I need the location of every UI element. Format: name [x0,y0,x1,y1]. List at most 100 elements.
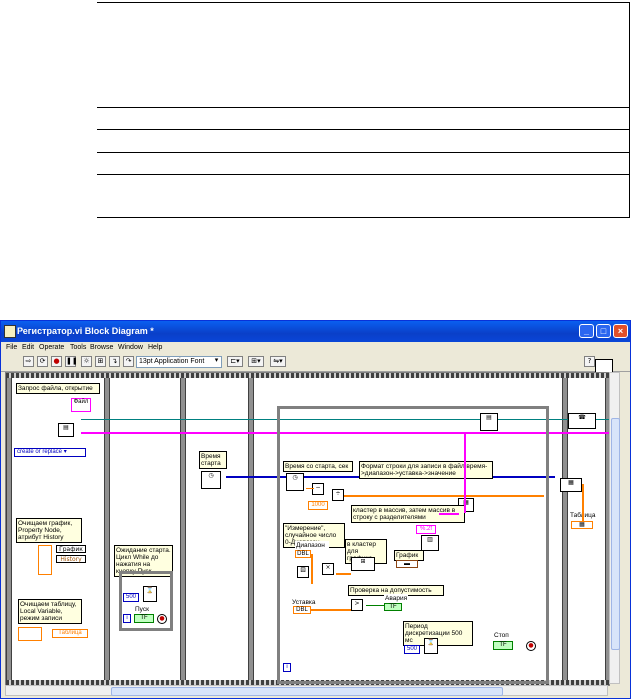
comment-sample-period: Период дискретизации 500 мс [403,621,473,646]
comment-format-string: Формат строки для записи в файл время->д… [359,461,493,479]
range-label: Диапазон [295,541,329,550]
table-row [97,129,629,130]
start-button-terminal[interactable]: TF [134,614,154,623]
subtract-function: − [312,483,324,495]
comment-open-file: Запрос файла, открытие [16,383,100,394]
sequence-frame-border [248,378,254,680]
create-mode-label: create or replace [17,449,63,455]
chevron-down-icon[interactable]: ▾ [212,356,221,367]
comment-clear-chart: Очищаем график, Property Node, атрибут H… [16,518,82,543]
create-mode-enum[interactable]: create or replace ▾ [14,448,86,457]
numeric-wire [344,495,544,497]
comment-clear-table: Очищаем таблицу, Local Variable, режим з… [18,599,82,624]
close-button[interactable]: × [613,324,628,338]
align-objects-icon[interactable]: ⊏▾ [227,356,243,367]
block-diagram: Запрос файла, открытие Файл ▤ create or … [5,372,610,686]
vi-connector-icon [595,359,613,373]
scroll-thumb[interactable] [611,418,620,650]
table-row [97,152,629,153]
chevron-down-icon: ▾ [63,449,67,455]
loop-index: i [123,614,131,623]
step-over-icon[interactable]: ↷ [123,356,134,367]
start-button-label: Пуск [134,605,154,614]
run-continuous-icon[interactable]: ⟳ [37,356,48,367]
boolean-wire [366,605,384,606]
menu-tools[interactable]: Tools [70,344,86,351]
write-file-function: ▤ [480,413,498,431]
sequence-frame-border [180,378,186,680]
highlight-execution-icon[interactable]: ☼ [81,356,92,367]
const-1000: 1000 [308,501,328,510]
wait-ms-constant: 500 [123,593,139,602]
table-indicator: ▦ [571,521,593,529]
format-constant: %.2f [416,525,436,534]
close-file-function: ☎ [568,413,596,429]
alarm-indicator: TF [384,603,402,611]
menu-browse[interactable]: Browse [90,344,113,351]
open-file-function[interactable]: ▤ [58,423,74,437]
run-icon[interactable]: ⇨ [23,356,34,367]
greater-than-function: > [351,599,363,611]
menu-edit[interactable]: Edit [22,344,34,351]
loop-index: i [283,663,291,672]
title-bar[interactable]: Регистратор.vi Block Diagram * _ □ × [1,321,630,342]
file-path-control[interactable]: Файл [71,398,91,412]
retain-wire-values-icon[interactable]: ⊞ [95,356,106,367]
step-into-icon[interactable]: ↴ [109,356,120,367]
document-table [97,2,630,218]
string-wire [439,513,459,515]
vi-title-icon [4,325,16,338]
build-array-function: ▥ [421,535,439,551]
block-diagram-window: Регистратор.vi Block Diagram * _ □ × Fil… [0,320,631,699]
reorder-icon[interactable]: ⇋▾ [270,356,286,367]
table-row [97,107,629,108]
string-wire [464,433,466,513]
table-local-variable[interactable]: Таблица [52,629,88,638]
random-number-icon: ⚄ [297,566,309,578]
menu-file[interactable]: File [6,344,17,351]
bundle-function: ⊞ [351,557,375,571]
scroll-thumb[interactable] [111,687,503,696]
numeric-wire [311,554,313,584]
clock-icon: ◷ [286,473,304,491]
file-label: Файл [73,399,89,405]
abort-icon[interactable]: ● [51,356,62,367]
context-help-icon[interactable]: ? [584,356,595,367]
minimize-button[interactable]: _ [579,324,594,338]
stop-button-terminal[interactable]: TF [493,641,513,650]
wait-ms-icon: ⌛ [143,586,157,602]
numeric-wire [336,573,351,575]
stop-condition-icon: ● [157,614,167,624]
comment-time-since-start: Время со старта, сек [283,461,353,472]
wait-ms-icon: ⌛ [424,638,438,654]
table-row [97,174,629,175]
vertical-scrollbar[interactable] [609,372,620,684]
maximize-button[interactable]: □ [596,324,611,338]
window-title: Регистратор.vi Block Diagram * [17,326,154,336]
numeric-wire [306,488,314,489]
empty-table-constant [18,627,42,641]
range-control-terminal[interactable]: DBL [295,550,311,558]
history-property[interactable]: History [56,555,86,563]
comment-start-time: Время старта [199,451,227,469]
pause-icon[interactable]: ❚❚ [65,356,78,367]
stop-condition-icon: ● [526,641,536,651]
wait-500-constant: 500 [404,645,420,654]
distribute-objects-icon[interactable]: ⊞▾ [248,356,264,367]
sequence-film-top [6,373,609,378]
setpoint-control-terminal[interactable]: DBL [293,606,311,614]
chart-property-node[interactable]: График [56,545,86,553]
menu-operate[interactable]: Operate [39,344,64,351]
menu-bar: File Edit Operate Tools Browse Window He… [1,342,630,355]
menu-help[interactable]: Help [148,344,162,351]
alarm-label: Авария [384,594,408,603]
sequence-frame-border [104,378,110,680]
horizontal-scrollbar[interactable] [5,685,608,696]
toolbar: ⇨ ⟳ ● ❚❚ ☼ ⊞ ↴ ↷ 13pt Application Font ▾… [1,355,630,372]
insert-into-array-function: ▦ [560,478,582,492]
font-select[interactable]: 13pt Application Font [136,356,222,368]
menu-window[interactable]: Window [118,344,143,351]
chart-terminal[interactable]: ▬ [396,560,418,568]
sequence-frame-border [6,378,12,680]
empty-array-constant [38,545,52,575]
